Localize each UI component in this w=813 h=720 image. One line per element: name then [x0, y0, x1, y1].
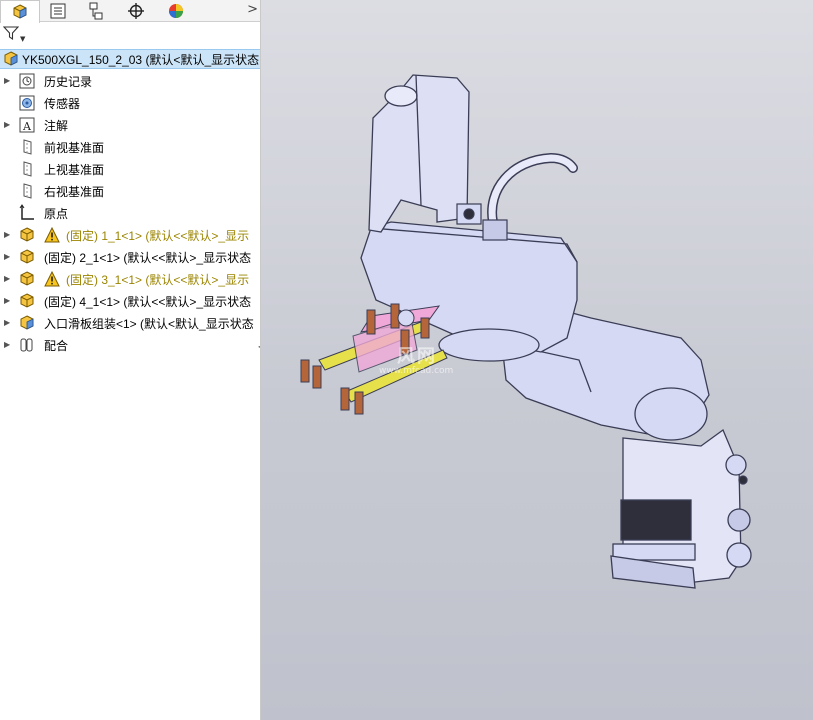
assembly-icon [13, 4, 27, 19]
tree-item-label: 原点 [44, 206, 69, 221]
tree-item-label: 右视基准面 [44, 184, 105, 199]
robot-z-axis-unit [610, 428, 752, 589]
part-icon [18, 248, 38, 266]
tree-item[interactable]: 上视基准面 [0, 158, 260, 180]
panel-tab-strip: > [0, 0, 260, 23]
tree-item[interactable]: ▶ 入口滑板组装<1> (默认<默认_显示状态 [0, 312, 260, 334]
robot-cable [487, 152, 578, 227]
crosshair-icon [128, 3, 144, 19]
warning-icon [44, 270, 60, 287]
tree-item[interactable]: ▶ 配合 [0, 334, 260, 356]
expand-arrow-icon[interactable]: ▶ [4, 297, 12, 305]
tree-item-label: (固定) 1_1<1> (默认<<默认>_显示 [66, 228, 250, 243]
expand-arrow-icon[interactable]: ▶ [4, 319, 12, 327]
dimxpert-tab[interactable] [116, 0, 156, 22]
property-list-icon [50, 3, 66, 19]
tree-item[interactable]: 前视基准面 [0, 136, 260, 158]
tree-item[interactable]: 传感器 [0, 92, 260, 114]
filter-row: ▼ [0, 23, 260, 47]
configurationmanager-tab[interactable] [76, 0, 116, 22]
tree-item[interactable]: ▶ (固定) 1_1<1> (默认<<默认>_显示 [0, 224, 260, 246]
sensor-icon [18, 94, 38, 112]
watermark-url: www.mfcad.com [379, 366, 454, 376]
tree-item[interactable]: ▶ (固定) 3_1<1> (默认<<默认>_显示 [0, 268, 260, 290]
tree-item-label: 历史记录 [44, 74, 93, 89]
propertymanager-tab[interactable] [38, 0, 78, 22]
feature-manager-panel: > ▼ YK500XGL_150_2_03 (默认<默认_显示状态 ▶ 历史记录传… [0, 0, 261, 720]
mates-icon [18, 336, 38, 354]
origin-icon [18, 204, 38, 222]
robot-model-view[interactable] [261, 0, 813, 720]
more-tabs-button[interactable]: > [247, 2, 258, 17]
tree-item-label: 配合 [44, 338, 69, 353]
svg-text:A: A [22, 120, 32, 133]
history-icon [18, 72, 38, 90]
watermark-text: 风网 [397, 346, 437, 367]
expand-arrow-icon[interactable]: ▶ [4, 77, 12, 85]
tree-item[interactable]: 原点 [0, 202, 260, 224]
tree-item-label: 传感器 [44, 96, 81, 111]
subassembly-icon [18, 314, 38, 332]
assembly-icon [4, 51, 18, 66]
plane-icon [18, 138, 38, 156]
tree-item[interactable]: ▶ A 注解 [0, 114, 260, 136]
tree-item-label: (固定) 3_1<1> (默认<<默认>_显示 [66, 272, 250, 287]
part-icon [18, 292, 38, 310]
tree-item-label: (固定) 2_1<1> (默认<<默认>_显示状态 [44, 250, 252, 265]
tree-item-label: 上视基准面 [44, 162, 105, 177]
expand-arrow-icon[interactable]: ▶ [4, 275, 12, 283]
configuration-icon [89, 2, 103, 20]
tree-root-label: YK500XGL_150_2_03 (默认<默认_显示状态 [22, 52, 260, 67]
tree-item[interactable]: ▶ (固定) 4_1<1> (默认<<默认>_显示状态 [0, 290, 260, 312]
plane-icon [18, 160, 38, 178]
expand-arrow-icon[interactable]: ▶ [4, 253, 12, 261]
tree-item-label: 入口滑板组装<1> (默认<默认_显示状态 [44, 316, 254, 331]
tree-item[interactable]: 右视基准面 [0, 180, 260, 202]
warning-icon [44, 226, 60, 243]
filter-icon[interactable] [3, 25, 19, 41]
part-icon [18, 226, 38, 244]
tree-item-label: 注解 [44, 118, 69, 133]
plane-icon [18, 182, 38, 200]
appearance-ball-icon [169, 4, 183, 18]
expand-arrow-icon[interactable]: ▶ [4, 341, 12, 349]
tree-item[interactable]: ▶ 历史记录 [0, 70, 260, 92]
annotation-icon: A [18, 116, 38, 134]
part-icon [18, 270, 38, 288]
graphics-viewport[interactable]: 风网 www.mfcad.com [261, 0, 813, 720]
tree-item[interactable]: ▶ (固定) 2_1<1> (默认<<默认>_显示状态 [0, 246, 260, 268]
tree-item-label: (固定) 4_1<1> (默认<<默认>_显示状态 [44, 294, 252, 309]
tree-item-label: 前视基准面 [44, 140, 105, 155]
tree-root-assembly[interactable]: YK500XGL_150_2_03 (默认<默认_显示状态 [0, 49, 260, 69]
expand-arrow-icon[interactable]: ▶ [4, 231, 12, 239]
expand-arrow-icon[interactable]: ▶ [4, 121, 12, 129]
featuremanager-tab[interactable] [0, 0, 40, 23]
filter-dropdown-icon[interactable]: ▼ [20, 35, 25, 43]
display-manager-tab[interactable] [156, 0, 196, 22]
robot-column [368, 74, 470, 233]
